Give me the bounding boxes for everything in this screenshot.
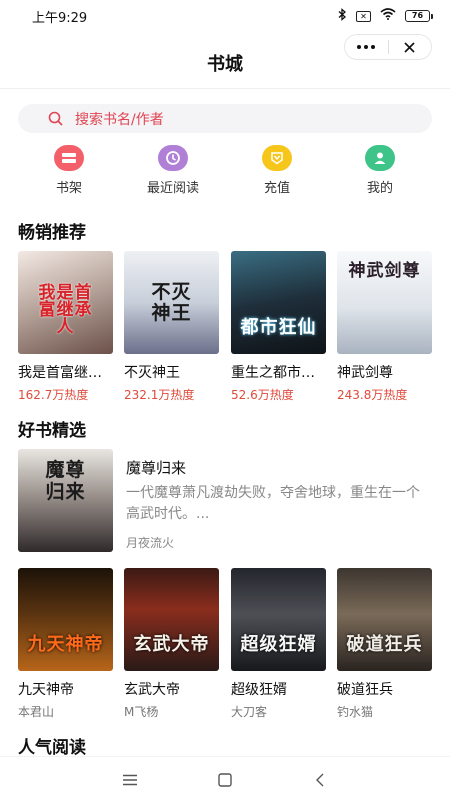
book-heat: 52.6万热度: [231, 388, 294, 402]
featured-author: 月夜流火: [126, 536, 175, 550]
book-cover: 九天神帝: [18, 568, 113, 671]
quick-entry-bookshelf[interactable]: 书架: [24, 145, 114, 196]
book-card[interactable]: 超级狂婿 超级狂婿 大刀客: [231, 568, 326, 720]
menu-icon: [123, 774, 137, 786]
book-name: 超级狂婿: [231, 682, 287, 698]
book-name: 破道狂兵: [337, 682, 393, 698]
cover-title: 九天神帝: [27, 634, 104, 655]
book-author: M飞杨: [124, 705, 159, 719]
book-cover: 超级狂婿: [231, 568, 326, 671]
quick-entry-mine[interactable]: 我的: [335, 145, 425, 196]
cover-title: 超级狂婿: [240, 634, 317, 655]
bookshelf-icon: [54, 145, 84, 171]
quick-label: 充值: [263, 181, 290, 196]
featured-book[interactable]: 魔尊归来 魔尊归来 一代魔尊萧凡渡劫失败，夺舍地球，重生在一个高武时代。... …: [18, 449, 432, 553]
bluetooth-icon: [338, 8, 347, 24]
cover-title: 神武剑尊: [348, 261, 421, 281]
featured-title: 魔尊归来: [126, 459, 187, 477]
status-time: 上午9:29: [32, 10, 88, 26]
search-placeholder: 搜索书名/作者: [75, 111, 164, 128]
quick-entry-row: 书架 最近阅读 充值 我的: [0, 145, 450, 196]
section-title-popular: 人气阅读: [18, 738, 86, 758]
battery-icon: 76: [405, 10, 433, 22]
book-card[interactable]: 玄武大帝 玄武大帝 M飞杨: [124, 568, 219, 720]
book-heat: 162.7万热度: [18, 388, 89, 402]
book-card[interactable]: 破道狂兵 破道狂兵 钓水猫: [337, 568, 432, 720]
section-title-bestsellers: 畅销推荐: [18, 223, 86, 243]
search-icon: [48, 111, 63, 126]
clock-icon: [158, 145, 188, 171]
system-nav-bar: [0, 756, 450, 800]
book-card[interactable]: 神武剑尊 神武剑尊 243.8万热度: [337, 251, 432, 403]
header-divider: [0, 88, 450, 89]
book-name: 九天神帝: [18, 682, 74, 698]
book-name: 重生之都市狂仙: [231, 365, 326, 381]
more-button[interactable]: [345, 35, 388, 59]
book-cover: 破道狂兵: [337, 568, 432, 671]
back-chevron-icon: [316, 773, 324, 787]
section-title-picks: 好书精选: [18, 421, 86, 441]
close-button[interactable]: [389, 35, 432, 59]
book-author: 本君山: [18, 705, 55, 719]
book-cover: 神武剑尊: [337, 251, 432, 354]
book-name: 我是首富继承人: [18, 365, 113, 381]
status-bar: 上午9:29 ✕ 76: [0, 0, 450, 32]
cover-title: 我是首富继承人: [38, 283, 93, 337]
book-author: 大刀客: [231, 705, 268, 719]
close-icon: [404, 41, 415, 53]
book-card[interactable]: 九天神帝 九天神帝 本君山: [18, 568, 113, 720]
book-heat: 232.1万热度: [124, 388, 195, 402]
user-icon: [365, 145, 395, 171]
book-author: 钓水猫: [337, 705, 374, 719]
book-cover: 我是首富继承人: [18, 251, 113, 354]
more-dots-icon: [357, 45, 376, 49]
book-cover: 都市狂仙: [231, 251, 326, 354]
back-button[interactable]: [310, 770, 330, 790]
book-name: 不灭神王: [124, 365, 180, 381]
quick-label: 我的: [366, 181, 393, 196]
quick-label: 书架: [55, 181, 82, 196]
menu-button[interactable]: [120, 770, 140, 790]
book-name: 玄武大帝: [124, 682, 180, 698]
featured-description: 一代魔尊萧凡渡劫失败，夺舍地球，重生在一个高武时代。...: [126, 485, 420, 522]
book-card[interactable]: 都市狂仙 重生之都市狂仙 52.6万热度: [231, 251, 326, 403]
cover-title: 魔尊归来: [45, 459, 86, 503]
book-cover: 不灭神王: [124, 251, 219, 354]
recharge-icon: [262, 145, 292, 171]
sim-icon: ✕: [356, 10, 371, 22]
wifi-icon: [380, 8, 396, 24]
quick-entry-recent[interactable]: 最近阅读: [128, 145, 218, 196]
book-cover: 魔尊归来: [18, 449, 113, 552]
mini-program-capsule: [344, 34, 432, 60]
nav-bar: 书城: [0, 32, 450, 88]
quick-entry-recharge[interactable]: 充值: [232, 145, 322, 196]
book-cover: 玄武大帝: [124, 568, 219, 671]
home-square-icon: [218, 773, 232, 787]
cover-title: 破道狂兵: [346, 634, 423, 655]
cover-title: 玄武大帝: [133, 634, 210, 655]
book-name: 神武剑尊: [337, 365, 393, 381]
cover-title: 都市狂仙: [240, 317, 317, 338]
book-card[interactable]: 不灭神王 不灭神王 232.1万热度: [124, 251, 219, 403]
book-card[interactable]: 我是首富继承人 我是首富继承人 162.7万热度: [18, 251, 113, 403]
home-button[interactable]: [215, 770, 235, 790]
search-input[interactable]: 搜索书名/作者: [18, 104, 432, 133]
status-icons: ✕ 76: [338, 8, 433, 24]
book-heat: 243.8万热度: [337, 388, 408, 402]
cover-title: 不灭神王: [151, 280, 192, 324]
quick-label: 最近阅读: [146, 181, 199, 196]
